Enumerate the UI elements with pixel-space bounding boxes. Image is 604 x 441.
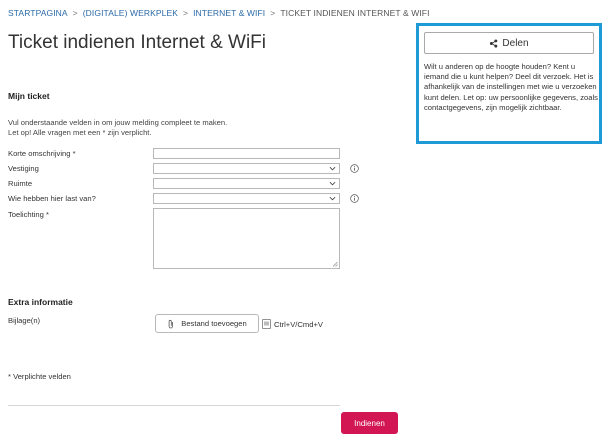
add-file-button[interactable]: Bestand toevoegen	[155, 314, 259, 333]
chevron-down-icon	[329, 181, 336, 186]
location-select[interactable]	[153, 163, 340, 174]
explanation-label: Toelichting *	[8, 210, 49, 219]
info-icon[interactable]	[350, 194, 359, 203]
room-select[interactable]	[153, 178, 340, 189]
affected-select[interactable]	[153, 193, 340, 204]
share-button[interactable]: Delen	[424, 32, 594, 54]
room-label: Ruimte	[8, 179, 33, 188]
share-icon	[490, 38, 498, 48]
share-panel-text: Wilt u anderen op de hoogte houden? Kent…	[424, 62, 598, 112]
paste-hint: Ctrl+V/Cmd+V	[274, 320, 323, 329]
submit-button[interactable]: Indienen	[341, 412, 398, 434]
my-ticket-heading: Mijn ticket	[8, 91, 50, 101]
breadcrumb-internet-wifi[interactable]: INTERNET & WIFI	[193, 8, 265, 18]
affected-label: Wie hebben hier last van?	[8, 194, 96, 203]
breadcrumb-current: TICKET INDIENEN INTERNET & WIFI	[280, 8, 430, 18]
clipboard-icon	[262, 319, 271, 329]
explanation-textarea[interactable]	[153, 208, 340, 269]
breadcrumb-separator: >	[183, 8, 189, 18]
attachment-label: Bijlage(n)	[8, 316, 41, 325]
chevron-down-icon	[329, 166, 336, 171]
short-description-input[interactable]	[153, 148, 340, 159]
share-button-label: Delen	[502, 37, 529, 49]
chevron-down-icon	[329, 196, 336, 201]
info-icon[interactable]	[350, 164, 359, 173]
share-panel: Delen Wilt u anderen op de hoogte houden…	[416, 23, 602, 144]
breadcrumb-digitale-werkplek[interactable]: (DIGITALE) WERKPLEK	[83, 8, 178, 18]
required-fields-note: * Verplichte velden	[8, 372, 71, 381]
breadcrumb-startpagina[interactable]: STARTPAGINA	[8, 8, 68, 18]
breadcrumb-separator: >	[270, 8, 276, 18]
form-intro-line-1: Vul onderstaande velden in om jouw meldi…	[8, 118, 228, 127]
short-description-label: Korte omschrijving *	[8, 149, 76, 158]
paperclip-icon	[168, 319, 174, 328]
page-title: Ticket indienen Internet & WiFi	[8, 32, 267, 53]
add-file-button-label: Bestand toevoegen	[181, 319, 247, 328]
form-divider	[8, 405, 340, 406]
resize-handle-icon[interactable]	[332, 261, 338, 267]
form-intro-line-2: Let op! Alle vragen met een * zijn verpl…	[8, 128, 152, 137]
breadcrumb-separator: >	[72, 8, 78, 18]
location-label: Vestiging	[8, 164, 39, 173]
breadcrumb: STARTPAGINA > (DIGITALE) WERKPLEK > INTERNET…	[8, 8, 430, 18]
extra-info-heading: Extra informatie	[8, 297, 73, 307]
